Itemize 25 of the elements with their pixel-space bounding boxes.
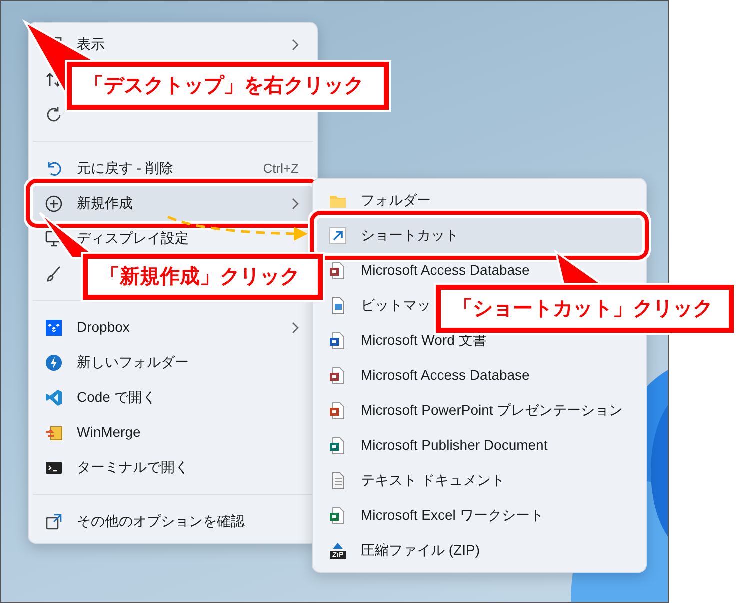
menu-item-label: Microsoft Excel ワークシート	[361, 506, 544, 525]
menu-item-label: 新規作成	[77, 194, 133, 213]
menu-item-label: Dropbox	[77, 318, 130, 337]
callout-tooltip: 「デスクトップ」を右クリック	[67, 62, 389, 110]
menu-item-label: ビットマッ	[361, 296, 431, 315]
callout-tooltip: 「新規作成」クリック	[83, 254, 323, 300]
menu-item-label: フォルダー	[361, 191, 431, 210]
menu-item-label: 新しいフォルダー	[77, 353, 189, 372]
menu-item-label: その他のオプションを確認	[77, 512, 245, 531]
menu-item-label: 表示	[77, 35, 105, 54]
menu-item-label: 元に戻す - 削除	[77, 159, 174, 178]
menu-item-label: テキスト ドキュメント	[361, 471, 505, 490]
shortcut-label: Ctrl+Z	[263, 160, 299, 178]
menu-item-label: ディスプレイ設定	[77, 229, 189, 248]
menu-item-label: WinMerge	[77, 423, 141, 442]
menu-item-label: Microsoft Publisher Document	[361, 436, 548, 455]
menu-item-label: Microsoft Access Database	[361, 261, 530, 280]
menu-item-label: ショートカット	[361, 226, 459, 245]
menu-item-label: Microsoft Access Database	[361, 366, 530, 385]
menu-item-label: Microsoft Word 文書	[361, 331, 487, 350]
menu-item-label: Microsoft PowerPoint プレゼンテーション	[361, 401, 624, 420]
menu-item-label: Code で開く	[77, 388, 156, 407]
menu-item-label: ターミナルで開く	[77, 458, 189, 477]
callout-tooltip: 「ショートカット」クリック	[436, 285, 734, 333]
menu-item-label: 圧縮ファイル (ZIP)	[361, 541, 480, 560]
